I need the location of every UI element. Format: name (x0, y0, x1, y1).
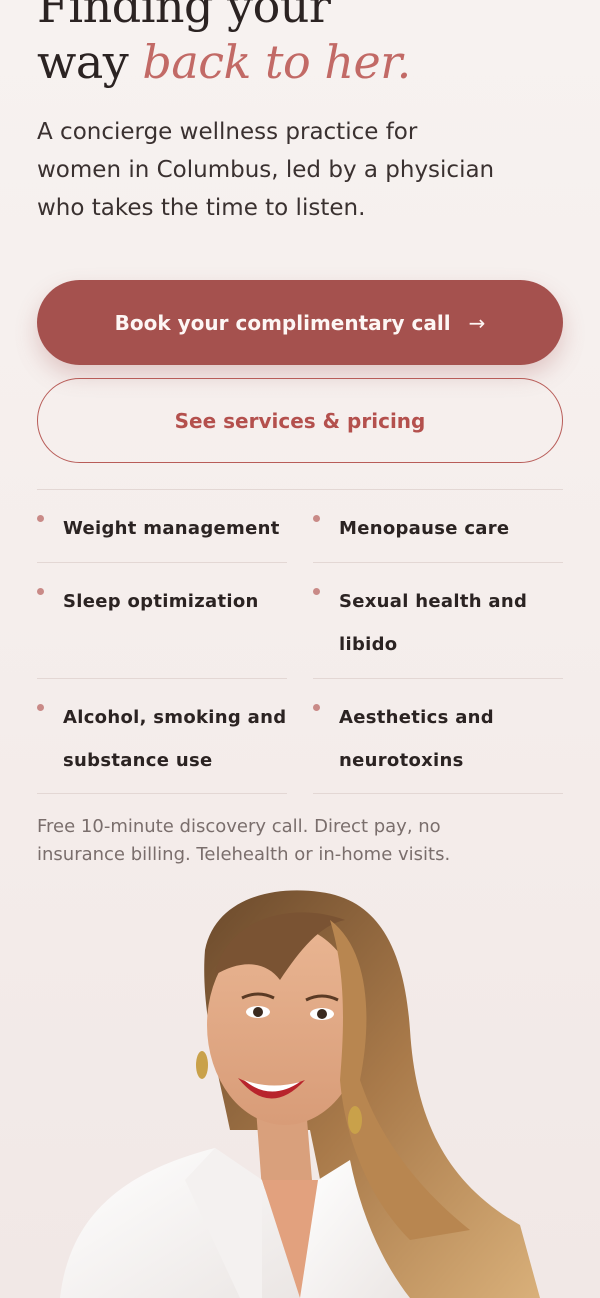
services-row: Weight management Menopause care (37, 490, 563, 563)
bullet-dot-icon (313, 588, 320, 595)
bullet-dot-icon (313, 515, 320, 522)
service-label: Sexual health and libido (339, 591, 528, 655)
service-label: Sleep optimization (63, 591, 259, 612)
bullet-dot-icon (37, 588, 44, 595)
service-label: Menopause care (339, 518, 510, 539)
hero-title-line1: Finding your (37, 0, 331, 33)
book-call-button[interactable]: Book your complimentary call → (37, 280, 563, 365)
bullet-dot-icon (37, 704, 44, 711)
service-item-sleep-optimization: Sleep optimization (37, 563, 287, 679)
services-row: Sleep optimization Sexual health and lib… (37, 563, 563, 679)
services-row: Alcohol, smoking and substance use Aesth… (37, 679, 563, 794)
service-label: Aesthetics and neurotoxins (339, 707, 494, 771)
services-pricing-button[interactable]: See services & pricing (37, 378, 563, 463)
footnote-text: Free 10-minute discovery call. Direct pa… (37, 816, 451, 865)
services-pricing-label: See services & pricing (174, 408, 426, 433)
service-item-menopause-care: Menopause care (313, 490, 563, 563)
hero-title: Finding your way back to her. (37, 0, 411, 90)
service-item-weight-management: Weight management (37, 490, 287, 563)
service-label: Weight management (63, 518, 280, 539)
bullet-dot-icon (37, 515, 44, 522)
book-call-label: Book your complimentary call (114, 310, 451, 335)
services-list: Weight management Menopause care Sleep o… (37, 489, 563, 794)
hero-title-accent: back to her. (142, 35, 411, 89)
service-item-sexual-health: Sexual health and libido (313, 563, 563, 679)
bullet-dot-icon (313, 704, 320, 711)
service-item-aesthetics: Aesthetics and neurotoxins (313, 679, 563, 794)
arrow-right-icon: → (468, 310, 486, 335)
hero-subtitle: A concierge wellness practice for women … (37, 119, 495, 221)
service-item-substance-use: Alcohol, smoking and substance use (37, 679, 287, 794)
service-label: Alcohol, smoking and substance use (63, 707, 287, 771)
physician-portrait (0, 880, 600, 1298)
hero-title-line2: way (37, 35, 129, 89)
